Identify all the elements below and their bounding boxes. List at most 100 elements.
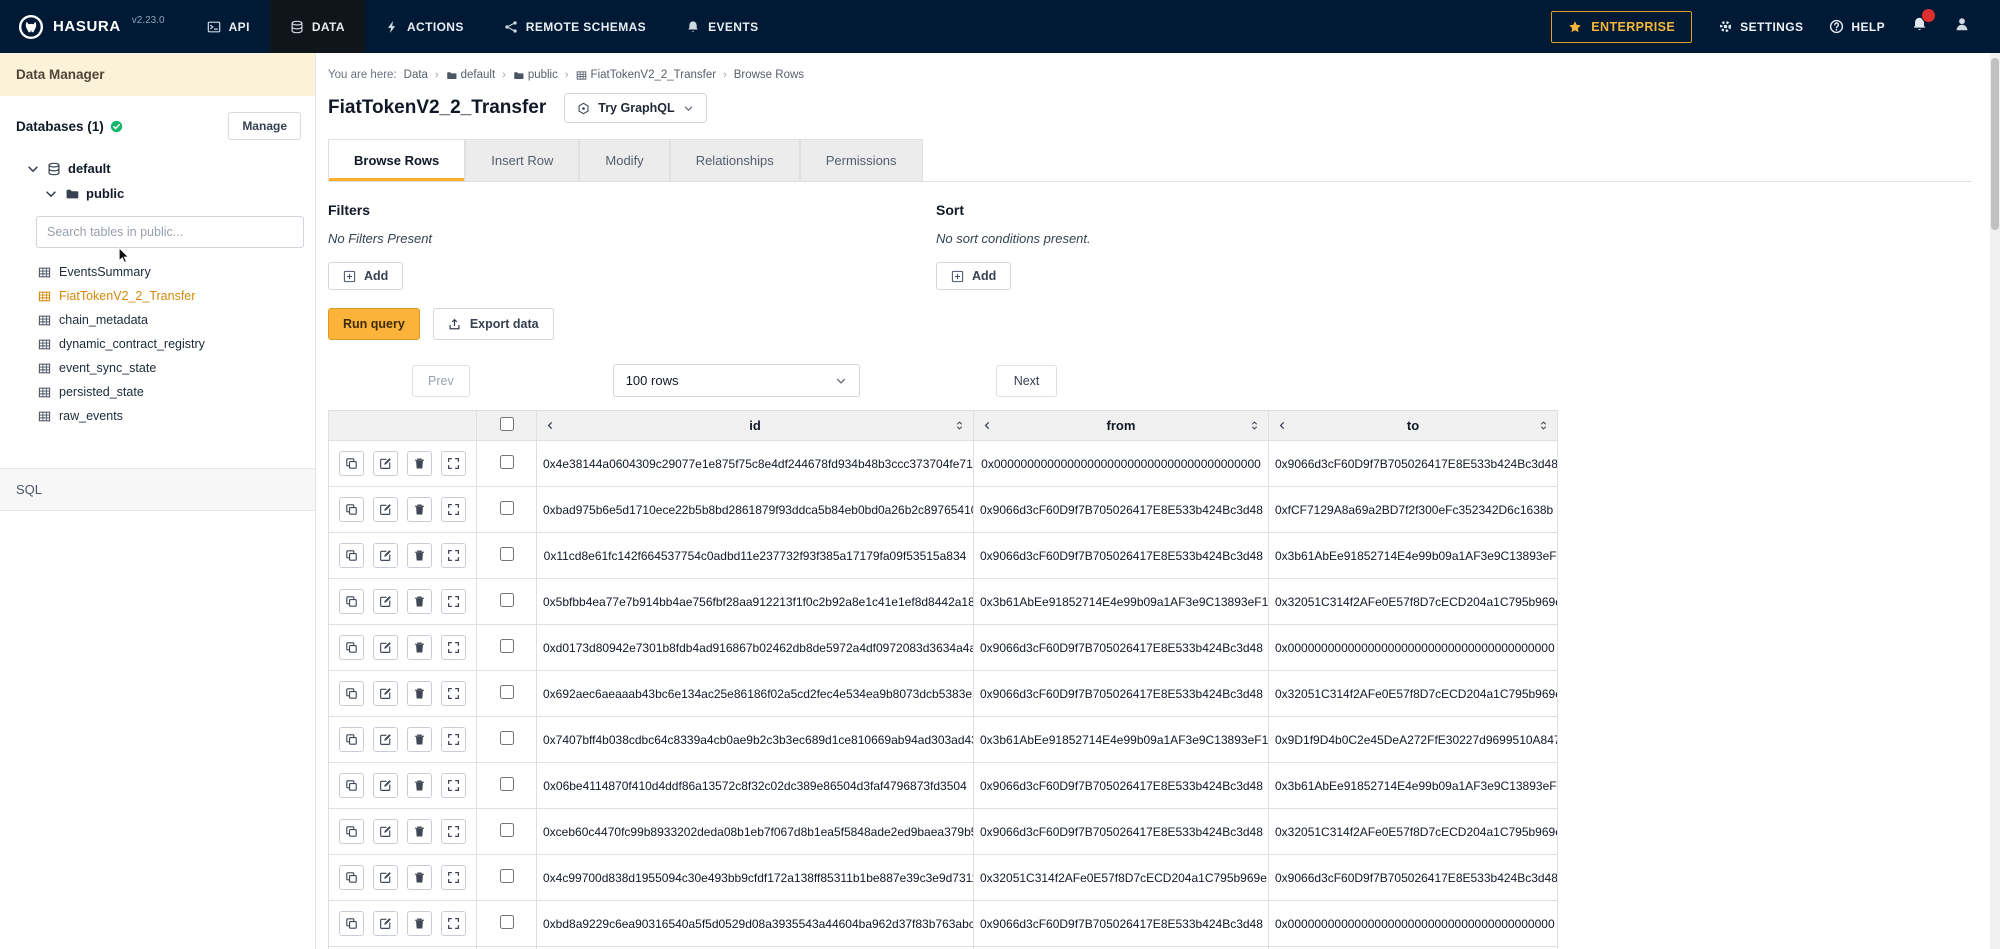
edit-row-button[interactable] — [373, 865, 398, 890]
nav-item-remote-schemas[interactable]: REMOTE SCHEMAS — [484, 0, 666, 53]
vertical-scrollbar[interactable] — [1990, 53, 2000, 949]
edit-row-button[interactable] — [373, 819, 398, 844]
next-page-button[interactable]: Next — [996, 365, 1058, 397]
delete-row-button[interactable] — [407, 911, 432, 936]
search-tables-input[interactable] — [36, 216, 304, 248]
row-checkbox[interactable] — [500, 731, 514, 745]
copy-row-button[interactable] — [339, 819, 364, 844]
expand-row-button[interactable] — [441, 635, 466, 660]
notifications-button[interactable] — [1911, 16, 1928, 38]
breadcrumb-item-public[interactable]: public — [513, 69, 558, 81]
copy-row-button[interactable] — [339, 727, 364, 752]
delete-row-button[interactable] — [407, 589, 432, 614]
sidebar-table-raw-events[interactable]: raw_events — [38, 404, 301, 428]
expand-row-button[interactable] — [441, 589, 466, 614]
tab-relationships[interactable]: Relationships — [670, 139, 800, 181]
expand-row-button[interactable] — [441, 497, 466, 522]
expand-row-button[interactable] — [441, 865, 466, 890]
edit-row-button[interactable] — [373, 727, 398, 752]
user-menu-button[interactable] — [1954, 16, 1970, 37]
edit-row-button[interactable] — [373, 681, 398, 706]
delete-row-button[interactable] — [407, 727, 432, 752]
delete-row-button[interactable] — [407, 819, 432, 844]
delete-row-button[interactable] — [407, 497, 432, 522]
breadcrumb-item-data[interactable]: Data — [404, 69, 428, 81]
nav-item-data[interactable]: DATA — [270, 0, 365, 53]
row-checkbox[interactable] — [500, 685, 514, 699]
rows-per-page-select[interactable]: 100 rows — [613, 364, 860, 397]
edit-row-button[interactable] — [373, 773, 398, 798]
copy-row-button[interactable] — [339, 911, 364, 936]
copy-row-button[interactable] — [339, 865, 364, 890]
row-checkbox[interactable] — [500, 501, 514, 515]
edit-row-button[interactable] — [373, 451, 398, 476]
tab-modify[interactable]: Modify — [579, 139, 669, 181]
row-checkbox[interactable] — [500, 639, 514, 653]
add-sort-button[interactable]: Add — [936, 262, 1011, 290]
delete-row-button[interactable] — [407, 681, 432, 706]
run-query-button[interactable]: Run query — [328, 308, 420, 340]
tab-insert-row[interactable]: Insert Row — [465, 139, 579, 181]
tree-node-default[interactable]: default — [16, 156, 301, 181]
help-button[interactable]: HELP — [1829, 19, 1885, 34]
edit-row-button[interactable] — [373, 589, 398, 614]
manage-button[interactable]: Manage — [228, 112, 301, 140]
try-graphql-button[interactable]: Try GraphQL — [564, 93, 706, 123]
sidebar-table-fiattokenv2-2-transfer[interactable]: FiatTokenV2_2_Transfer — [38, 284, 301, 308]
copy-row-button[interactable] — [339, 773, 364, 798]
sort-icon[interactable] — [954, 420, 965, 431]
row-checkbox[interactable] — [500, 455, 514, 469]
copy-row-button[interactable] — [339, 681, 364, 706]
copy-row-button[interactable] — [339, 451, 364, 476]
delete-row-button[interactable] — [407, 773, 432, 798]
select-all-checkbox[interactable] — [500, 417, 514, 431]
sql-section[interactable]: SQL — [0, 468, 315, 511]
column-header-to[interactable]: to — [1269, 411, 1558, 441]
expand-row-button[interactable] — [441, 773, 466, 798]
sort-icon[interactable] — [1538, 420, 1549, 431]
nav-item-actions[interactable]: ACTIONS — [365, 0, 484, 53]
sidebar-table-event-sync-state[interactable]: event_sync_state — [38, 356, 301, 380]
row-checkbox[interactable] — [500, 547, 514, 561]
copy-row-button[interactable] — [339, 543, 364, 568]
edit-row-button[interactable] — [373, 497, 398, 522]
add-filter-button[interactable]: Add — [328, 262, 403, 290]
nav-item-api[interactable]: API — [187, 0, 270, 53]
prev-page-button[interactable]: Prev — [412, 365, 470, 397]
expand-row-button[interactable] — [441, 727, 466, 752]
tab-browse-rows[interactable]: Browse Rows — [328, 139, 465, 181]
delete-row-button[interactable] — [407, 865, 432, 890]
expand-row-button[interactable] — [441, 681, 466, 706]
copy-row-button[interactable] — [339, 635, 364, 660]
expand-row-button[interactable] — [441, 819, 466, 844]
chevron-down-icon[interactable] — [26, 162, 40, 176]
row-checkbox[interactable] — [500, 823, 514, 837]
column-header-id[interactable]: id — [537, 411, 974, 441]
sort-icon[interactable] — [1249, 420, 1260, 431]
column-header-from[interactable]: from — [974, 411, 1269, 441]
export-data-button[interactable]: Export data — [433, 308, 554, 340]
chevron-down-icon[interactable] — [44, 187, 58, 201]
breadcrumb-item-browse-rows[interactable]: Browse Rows — [734, 69, 804, 81]
edit-row-button[interactable] — [373, 911, 398, 936]
copy-row-button[interactable] — [339, 497, 364, 522]
row-checkbox[interactable] — [500, 915, 514, 929]
delete-row-button[interactable] — [407, 635, 432, 660]
expand-row-button[interactable] — [441, 543, 466, 568]
expand-row-button[interactable] — [441, 451, 466, 476]
delete-row-button[interactable] — [407, 543, 432, 568]
sidebar-table-chain-metadata[interactable]: chain_metadata — [38, 308, 301, 332]
scrollbar-thumb[interactable] — [1991, 58, 1999, 230]
copy-row-button[interactable] — [339, 589, 364, 614]
tree-node-public[interactable]: public — [16, 181, 301, 206]
nav-item-events[interactable]: EVENTS — [666, 0, 778, 53]
sidebar-table-eventssummary[interactable]: EventsSummary — [38, 260, 301, 284]
hasura-logo[interactable]: HASURA v2.23.0 — [0, 0, 187, 53]
edit-row-button[interactable] — [373, 635, 398, 660]
breadcrumb-item-fiattokenv2-2-transfer[interactable]: FiatTokenV2_2_Transfer — [576, 69, 717, 81]
sidebar-table-persisted-state[interactable]: persisted_state — [38, 380, 301, 404]
enterprise-button[interactable]: ENTERPRISE — [1551, 11, 1692, 43]
sidebar-table-dynamic-contract-registry[interactable]: dynamic_contract_registry — [38, 332, 301, 356]
row-checkbox[interactable] — [500, 869, 514, 883]
delete-row-button[interactable] — [407, 451, 432, 476]
